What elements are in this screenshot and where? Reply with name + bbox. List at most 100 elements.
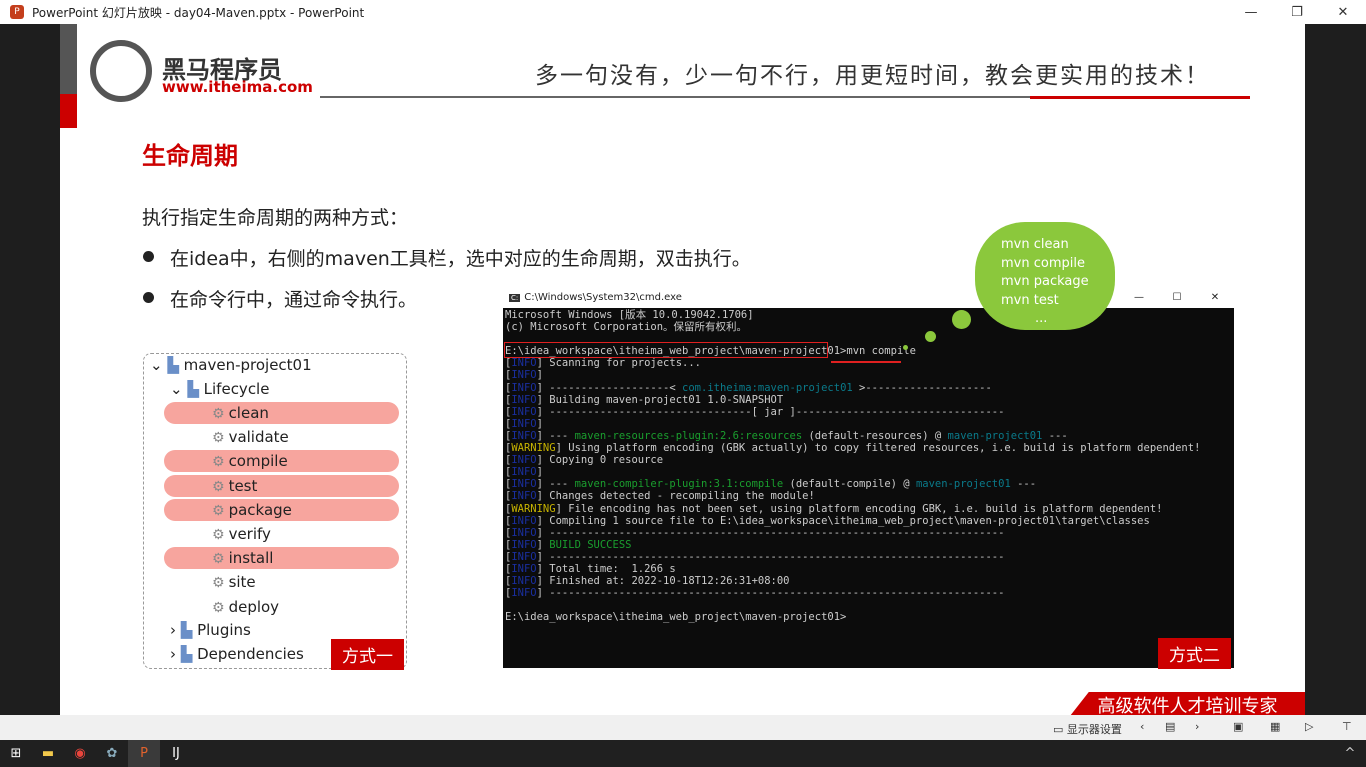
file-explorer-icon[interactable]: ▬ [32,740,64,767]
cmd-title: C:\Windows\System32\cmd.exe [524,292,682,303]
slideshow-controls: ▭ 显示器设置 ‹ ▤ › ▣ ▦ ▷ ⊤ [0,715,1366,740]
tree-project[interactable]: ⌄ ▙ maven-project01 [150,354,312,376]
minimize-button[interactable]: — [1228,5,1274,20]
cloud-command: mvn compile [1001,255,1085,271]
warning-tag: WARNING [511,502,556,515]
presenter-view-icon[interactable]: ⊤ [1342,720,1352,733]
cmd-line: Microsoft Windows [版本 10.0.19042.1706] [505,309,754,321]
cmd-line: [WARNING] File encoding has not been set… [505,502,1163,515]
logo-url: www.itheima.com [162,78,313,96]
lifecycle-phase-validate[interactable]: ⚙ validate [212,426,289,448]
bullet-1: 在idea中，右侧的maven工具栏，选中对应的生命周期，双击执行。 [170,248,751,270]
chevron-right-icon: › [170,645,181,663]
gear-icon: ⚙ [212,527,225,543]
start-windows-icon[interactable]: ⊞ [0,740,32,767]
tree-plugins[interactable]: › ▙ Plugins [170,619,251,641]
info-tag: INFO [511,393,537,406]
lifecycle-phase-compile[interactable]: ⚙ compile [212,450,288,472]
restore-button[interactable]: ❐ [1274,5,1320,20]
info-tag: INFO [511,538,537,551]
info-tag: INFO [511,429,537,442]
gear-icon: ⚙ [212,551,225,568]
cmd-line: [INFO] Finished at: 2022-10-18T12:26:31+… [505,575,790,588]
intellij-icon[interactable]: IJ [160,740,192,767]
info-tag: INFO [511,381,537,394]
tree-dependencies[interactable]: › ▙ Dependencies [170,643,304,665]
decor-strip [60,24,77,94]
next-slide-button[interactable]: › [1195,720,1199,733]
info-tag: INFO [511,575,537,588]
lifecycle-phase-deploy[interactable]: ⚙ deploy [212,596,279,618]
info-tag: INFO [511,478,537,491]
grid-view-icon[interactable]: ▦ [1270,720,1280,733]
cloud-dot [925,331,936,342]
cmd-line: [INFO] [505,369,543,382]
close-button[interactable]: ✕ [1320,5,1366,20]
slogan-banner: 高级软件人才培训专家 [1070,692,1305,716]
lifecycle-phase-clean[interactable]: ⚙ clean [212,402,269,424]
info-tag: INFO [511,357,537,370]
intro-text: 执行指定生命周期的两种方式： [142,207,409,229]
cmd-line: (c) Microsoft Corporation。保留所有权利。 [505,321,748,334]
info-tag: INFO [511,514,537,527]
display-settings-button[interactable]: ▭ 显示器设置 [1053,721,1122,737]
phase-highlight [164,547,399,570]
lifecycle-phase-site[interactable]: ⚙ site [212,571,256,593]
gear-icon: ⚙ [212,430,225,447]
cmd-line: [INFO] Copying 0 resource [505,454,664,467]
tree-lifecycle[interactable]: ⌄ ▙ Lifecycle [170,378,269,400]
info-tag: INFO [511,466,537,479]
cmd-line: [INFO] [505,466,543,479]
lifecycle-phase-verify[interactable]: ⚙ verify [212,523,271,545]
powerpoint-icon: P [10,5,24,19]
cmd-line: [INFO] Scanning for projects... [505,357,701,370]
info-tag: INFO [511,454,537,467]
command-underline [831,361,901,363]
folder-icon: ▙ [180,645,198,663]
maven-icon: ▙ [167,356,184,374]
info-tag: INFO [511,490,537,503]
previous-slide-button[interactable]: ‹ [1140,720,1144,733]
cmd-line: [INFO] ---------------------------------… [505,587,1005,600]
cmd-maximize-button[interactable]: ☐ [1158,292,1196,303]
cmd-line: [INFO] BUILD SUCCESS [505,538,632,551]
lifecycle-phase-test[interactable]: ⚙ test [212,475,257,497]
phase-highlight [164,402,399,424]
tagline: 多一句没有，少一句不行，用更短时间，教会更实用的技术！ [535,63,1210,89]
lifecycle-phase-install[interactable]: ⚙ install [212,547,273,569]
header-divider-red [1030,96,1250,99]
lifecycle-phase-package[interactable]: ⚙ package [212,499,292,521]
reading-view-icon[interactable]: ▷ [1305,720,1313,733]
gear-icon: ⚙ [212,599,225,616]
chrome-icon[interactable]: ◉ [64,740,96,767]
cmd-minimize-button[interactable]: — [1120,292,1158,303]
info-tag: INFO [511,417,537,430]
logo-horse-icon [90,40,152,102]
method-two-tag: 方式二 [1158,638,1231,669]
slide-sorter-icon[interactable]: ▤ [1165,720,1175,733]
cmd-line: [INFO] --- maven-compiler-plugin:3.1:com… [505,478,1037,491]
gear-icon: ⚙ [212,478,225,495]
taskbar: ⊞ ▬ ◉ ✿ P IJ ^ [0,740,1366,767]
info-tag: INFO [511,405,537,418]
chevron-up-icon[interactable]: ^ [1334,740,1366,767]
bullet-icon [143,292,154,303]
bullet-icon [143,251,154,262]
info-tag: INFO [511,550,537,563]
window-title: PowerPoint 幻灯片放映 - day04-Maven.pptx - Po… [32,5,365,20]
app-icon[interactable]: ✿ [96,740,128,767]
cloud-command: mvn clean [1001,237,1069,252]
normal-view-icon[interactable]: ▣ [1233,720,1243,733]
cmd-icon: C: [509,293,521,302]
cloud-command: mvn package [1001,274,1089,289]
cmd-line: [INFO] Building maven-project01 1.0-SNAP… [505,393,784,406]
cmd-line: [INFO] --- maven-resources-plugin:2.6:re… [505,429,1068,442]
cmd-line: [INFO] Changes detected - recompiling th… [505,490,815,503]
powerpoint-taskbar-icon[interactable]: P [128,740,160,767]
gear-icon: ⚙ [212,406,225,422]
gear-icon: ⚙ [212,502,225,519]
decor-strip-red [60,94,77,128]
cmd-close-button[interactable]: ✕ [1196,292,1234,303]
cmd-line: [WARNING] Using platform encoding (GBK a… [505,442,1201,455]
folder-icon: ▙ [180,621,198,639]
